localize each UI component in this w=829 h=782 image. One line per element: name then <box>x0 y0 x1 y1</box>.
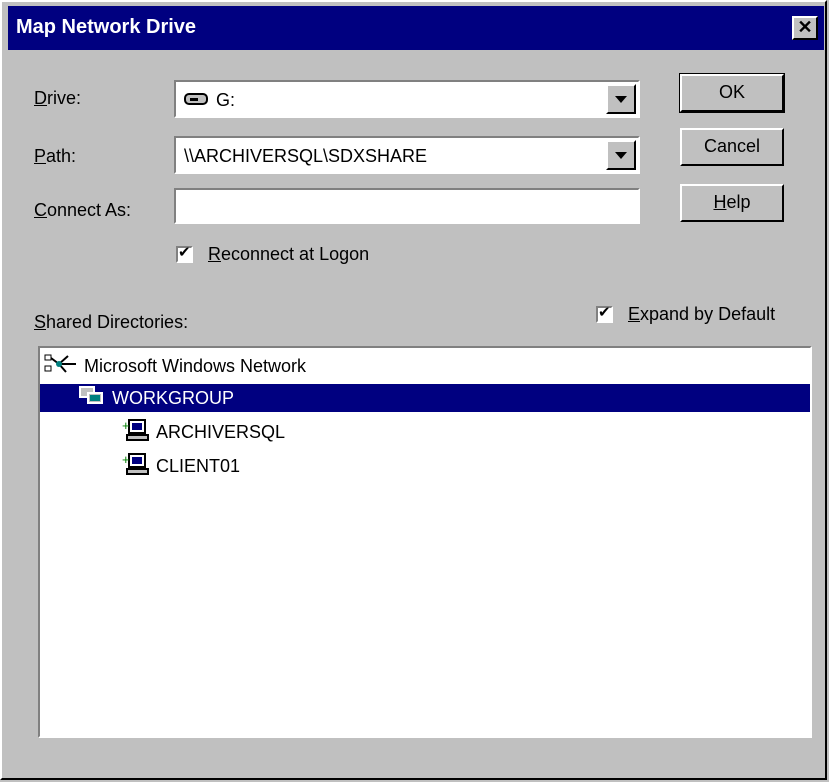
expand-checkbox[interactable] <box>596 303 613 323</box>
tree-node-workgroup[interactable]: WORKGROUP <box>40 384 810 412</box>
path-dropdown-button[interactable] <box>606 140 636 170</box>
expand-plus-icon[interactable]: + <box>122 452 130 467</box>
tree-node-computer[interactable]: + CLIENT01 <box>122 452 241 481</box>
drive-select[interactable]: G: <box>174 80 640 118</box>
drive-value-text: G: <box>216 90 236 110</box>
shared-directories-tree[interactable]: Microsoft Windows Network WORKGROUP + AR… <box>38 346 812 738</box>
reconnect-checkbox[interactable] <box>176 243 193 263</box>
computer-icon <box>126 418 150 447</box>
drive-value: G: <box>184 90 235 111</box>
path-value: \\ARCHIVERSQL\SDXSHARE <box>184 146 428 166</box>
ok-button[interactable]: OK <box>679 73 785 113</box>
network-icon <box>44 352 78 381</box>
shared-directories-label: Shared Directories: <box>34 312 189 332</box>
dialog-window: Map Network Drive ✕ Drive: G: Path: \\AR… <box>0 0 827 780</box>
connect-as-input[interactable] <box>174 188 640 224</box>
drive-icon <box>184 90 208 111</box>
tree-node-root-label: Microsoft Windows Network <box>84 355 307 376</box>
path-label: Path: <box>34 146 77 166</box>
path-select[interactable]: \\ARCHIVERSQL\SDXSHARE <box>174 136 640 174</box>
cancel-button[interactable]: Cancel <box>680 128 784 166</box>
help-button[interactable]: Help <box>680 184 784 222</box>
close-button[interactable]: ✕ <box>792 16 818 40</box>
drive-label: Drive: <box>34 88 82 108</box>
expand-plus-icon[interactable]: + <box>122 418 130 433</box>
computer-icon <box>126 452 150 481</box>
title-bar[interactable]: Map Network Drive ✕ <box>8 6 824 50</box>
drive-dropdown-button[interactable] <box>606 84 636 114</box>
reconnect-label[interactable]: Reconnect at Logon <box>208 244 369 265</box>
tree-node-workgroup-label: WORKGROUP <box>112 387 235 408</box>
tree-node-computer-label: ARCHIVERSQL <box>156 421 286 442</box>
expand-label[interactable]: Expand by Default <box>628 304 775 325</box>
tree-node-computer-label: CLIENT01 <box>156 455 241 476</box>
connect-as-label: Connect As: <box>34 200 132 220</box>
tree-node-root[interactable]: Microsoft Windows Network <box>44 352 306 380</box>
window-title: Map Network Drive <box>16 16 197 38</box>
tree-node-computer[interactable]: + ARCHIVERSQL <box>122 418 286 447</box>
workgroup-icon <box>78 384 106 413</box>
